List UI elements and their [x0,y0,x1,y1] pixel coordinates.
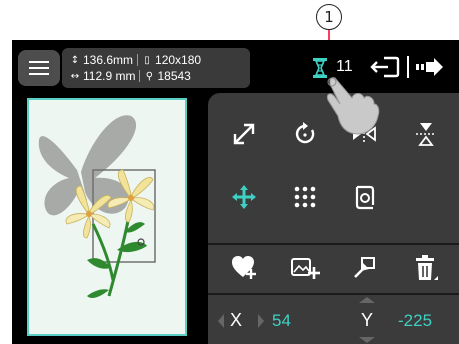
hoop-size: 120x180 [155,53,202,67]
topbar-divider [407,56,409,78]
menu-icon [29,61,49,63]
pattern-height: 136.6mm [83,53,134,67]
next-icon[interactable] [414,56,444,78]
pattern-width: 112.9 mm [83,69,136,83]
info-divider [137,54,139,66]
menu-icon-bar [29,67,49,69]
embroidery-canvas[interactable] [27,98,187,336]
resize-icon [233,123,255,145]
pattern-info-panel: ↕ 136.6mm ▯ 120x180 ↔ 112.9 mm ⚲ 18543 [62,48,250,88]
y-coordinate-value: -225 [398,311,433,330]
height-icon: ↕ [70,54,80,66]
border-button[interactable] [344,177,384,217]
set-point-icon [354,257,375,278]
menu-icon-bar [29,73,49,75]
callout-marker: 1 [316,4,342,30]
add-image-icon [291,258,320,279]
mirror-vertical-button[interactable] [406,114,446,154]
set-point-button[interactable] [344,248,384,288]
design-preview [38,115,156,298]
width-icon: ↔ [70,70,80,82]
border-icon [355,185,375,210]
panel-divider [208,243,459,245]
x-coordinate-label: X [230,310,243,330]
panel-divider [208,293,459,295]
x-coordinate-value: 54 [272,311,291,330]
move-icon [232,185,256,209]
move-button[interactable] [224,177,264,217]
y-coordinate-label: Y [361,310,374,330]
add-favorite-icon [232,256,256,279]
rotate-icon [295,122,315,144]
add-favorite-button[interactable] [224,248,264,288]
delete-icon [416,255,438,280]
stitch-count: 18543 [157,69,191,83]
delete-button[interactable] [406,248,446,288]
y-decrease-arrow-icon[interactable] [357,336,377,344]
x-increase-arrow-icon[interactable] [256,312,266,330]
menu-button[interactable] [18,50,60,86]
mirror-vertical-icon [416,123,436,146]
stitch-icon: ⚲ [145,70,154,82]
info-divider [139,70,141,82]
hoop-icon: ▯ [144,54,150,66]
array-button[interactable] [285,177,325,217]
add-image-button[interactable] [285,248,325,288]
x-decrease-arrow-icon[interactable] [216,312,226,330]
array-icon [294,186,316,208]
y-increase-arrow-icon[interactable] [357,296,377,304]
resize-button[interactable] [224,114,264,154]
pointing-hand-icon [327,77,380,135]
callout-number: 1 [324,8,334,26]
